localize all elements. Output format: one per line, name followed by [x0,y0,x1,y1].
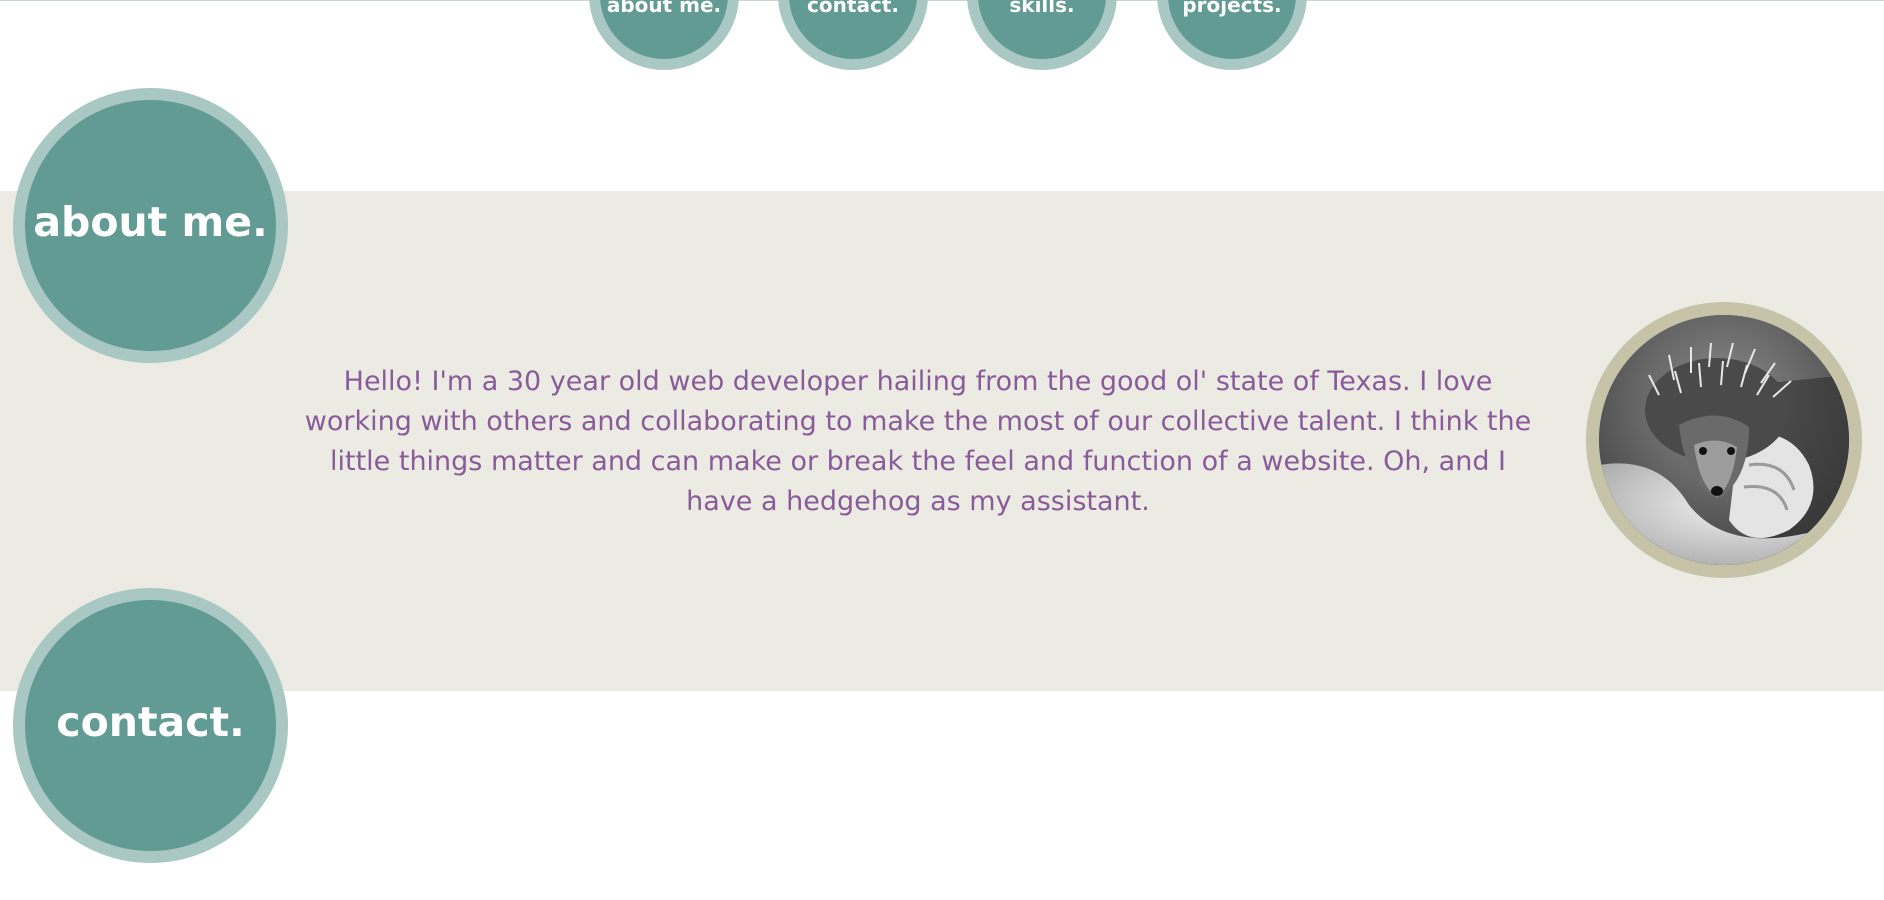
hedgehog-icon [1599,315,1849,565]
nav-contact[interactable]: contact. [778,0,928,70]
nav-projects[interactable]: projects. [1157,0,1307,70]
nav-about-me[interactable]: about me. [589,0,739,70]
about-me-heading: about me. [33,198,268,246]
nav-projects-label: projects. [1182,0,1282,17]
nav-skills[interactable]: skills. [967,0,1117,70]
about-me-heading-circle[interactable]: about me. [13,88,288,363]
page: about me. contact. skills. projects. abo… [0,0,1884,900]
contact-heading-circle[interactable]: contact. [13,588,288,863]
nav-skills-label: skills. [1009,0,1075,17]
nav-contact-label: contact. [807,0,899,17]
top-nav: about me. contact. skills. projects. [0,0,1884,72]
hedgehog-photo [1586,302,1862,578]
contact-heading: contact. [56,698,245,746]
about-me-text: Hello! I'm a 30 year old web developer h… [304,366,1532,517]
nav-about-me-label: about me. [606,0,722,17]
